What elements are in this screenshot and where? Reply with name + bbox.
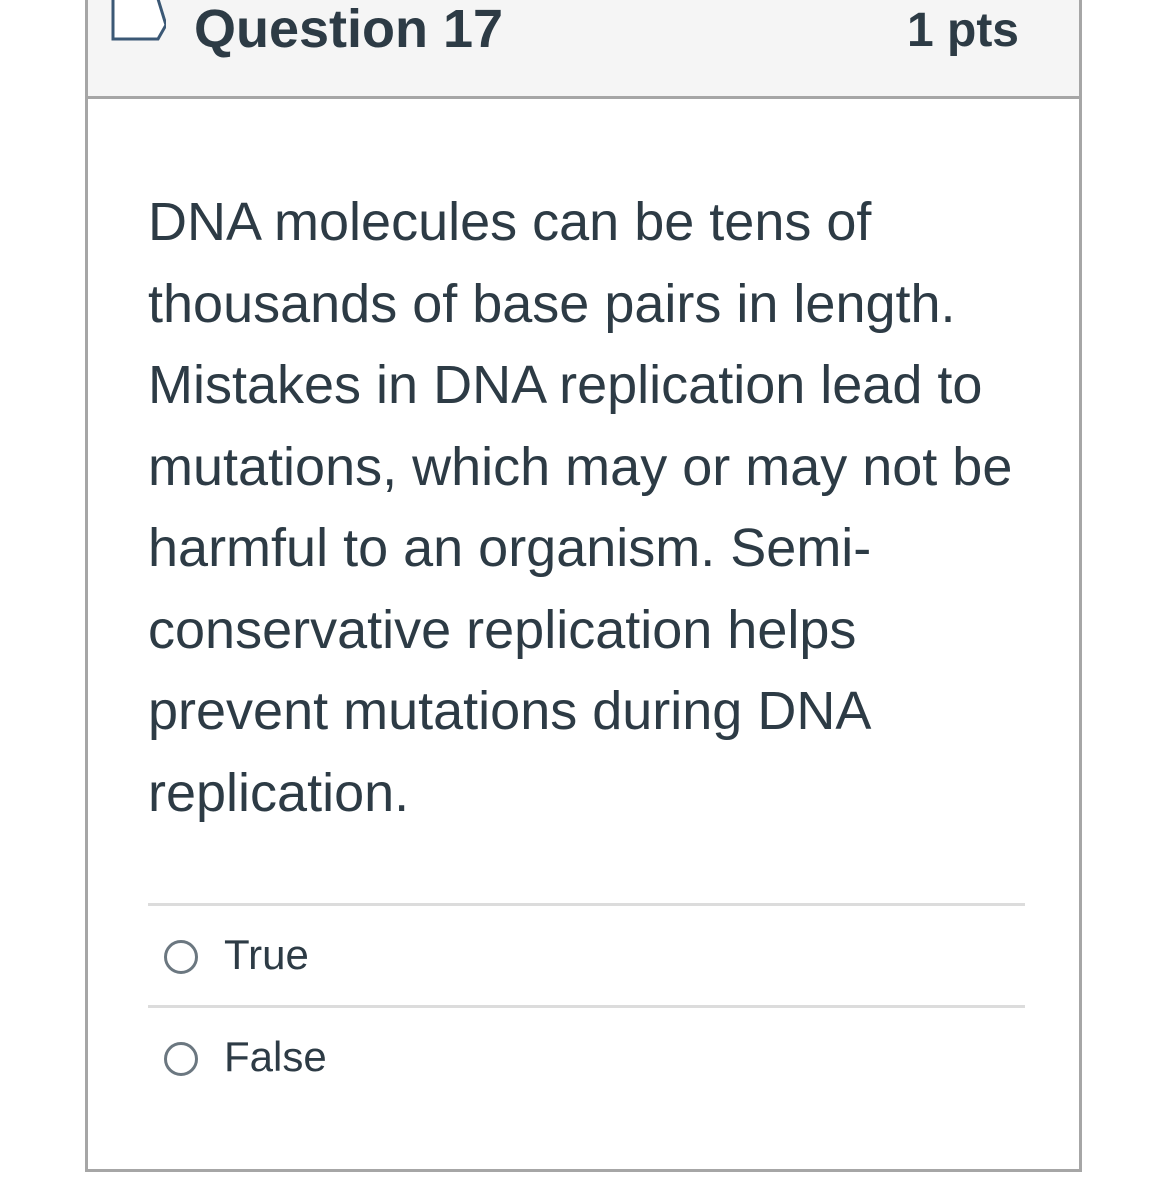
flag-question-icon[interactable] [110,0,166,43]
answer-label-false[interactable]: False [224,1033,327,1081]
question-title: Question 17 [194,0,504,59]
radio-button-true[interactable] [164,940,198,974]
answer-option-false[interactable]: False [148,1005,1025,1107]
answer-list: True False [148,903,1025,1107]
question-points: 1 pts [906,4,1019,57]
question-header: Question 17 1 pts [88,0,1079,99]
radio-button-false[interactable] [164,1042,198,1076]
question-card: Question 17 1 pts DNA molecules can be t… [85,0,1082,1172]
answer-option-true[interactable]: True [148,903,1025,1005]
question-text: DNA molecules can be tens of thousands o… [148,192,1013,823]
answer-label-true[interactable]: True [224,931,309,979]
